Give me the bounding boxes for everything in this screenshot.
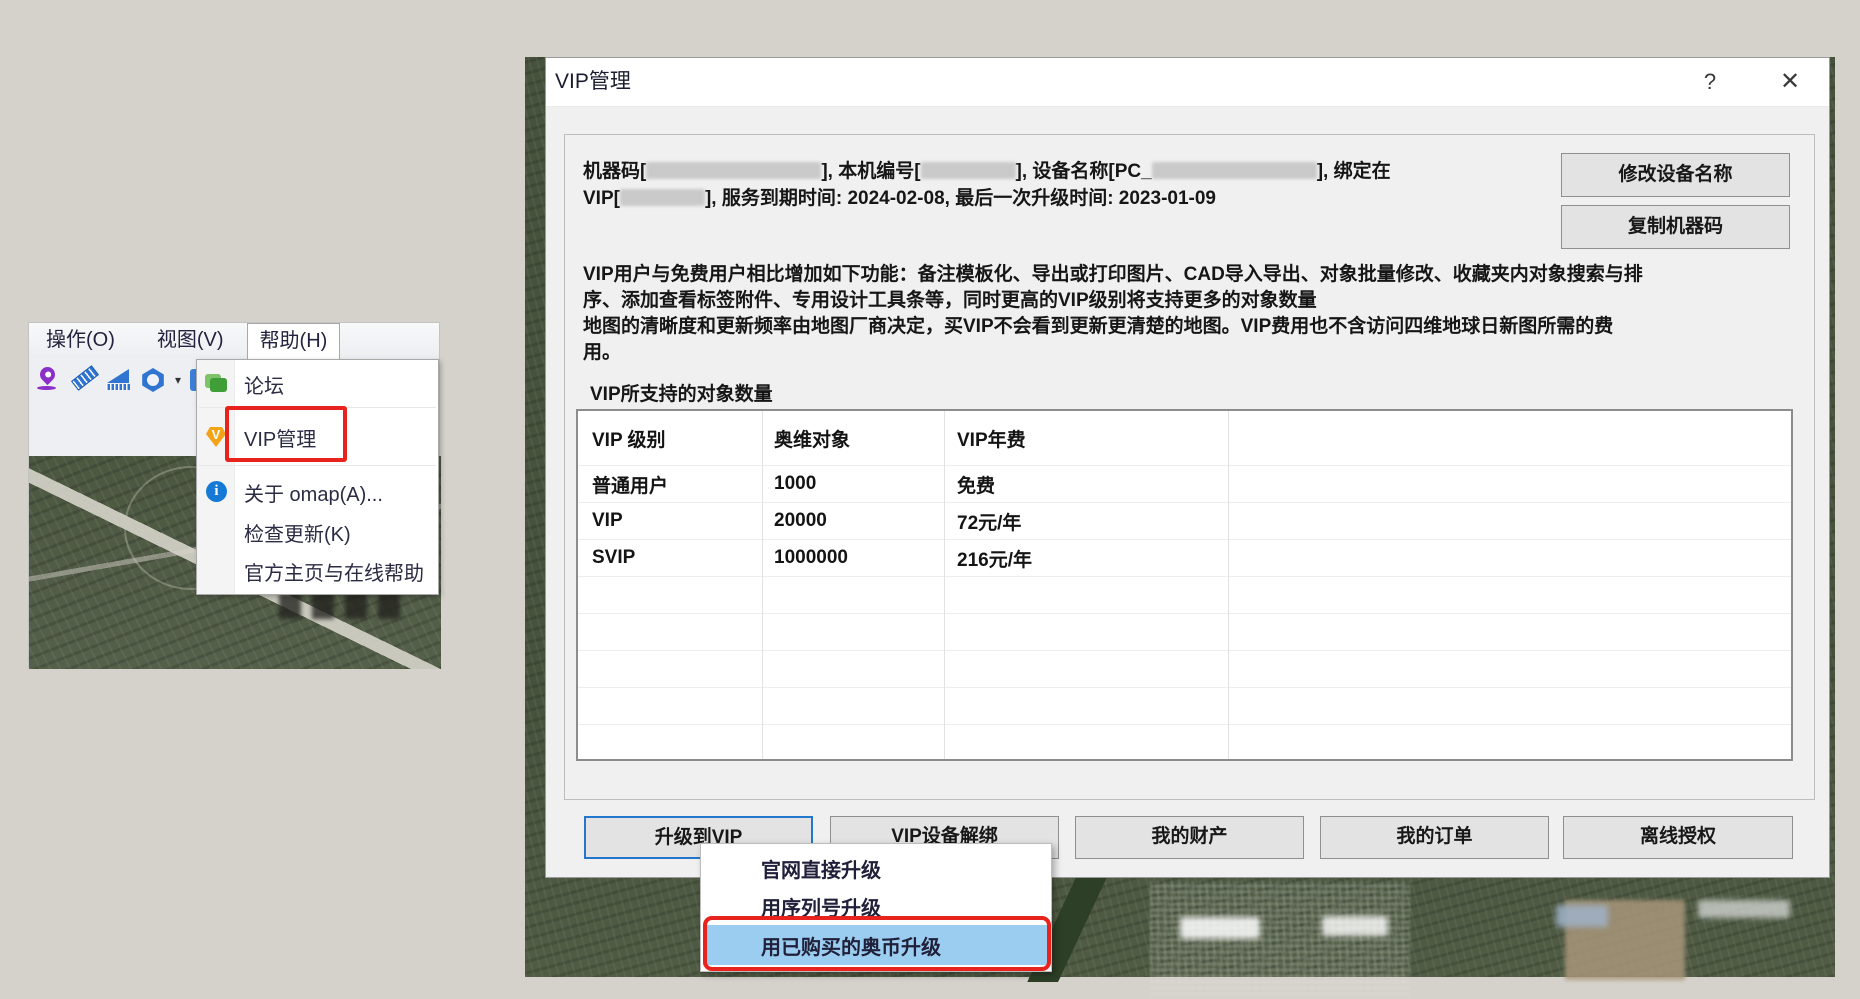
annotation-box-owcoin-upgrade (703, 916, 1051, 971)
omap-main-window: 操作(O) 视图(V) 帮助(H) ▾ 论坛 V VIP管理 (28, 322, 440, 668)
machine-info-text: 机器码[], 本机编号[], 设备名称[PC_], 绑定在 VIP[], 服务到… (583, 158, 1391, 212)
dropdown-arrow-icon[interactable]: ▾ (175, 373, 181, 387)
menu-item-about-omap[interactable]: i 关于 omap(A)... (197, 472, 438, 512)
menu-item-check-update[interactable]: 检查更新(K) (197, 514, 438, 550)
table-row-empty (578, 725, 1791, 761)
menu-separator (199, 465, 436, 466)
menu-bar: 操作(O) 视图(V) 帮助(H) (29, 323, 439, 359)
vip-management-dialog: VIP管理 ? ✕ 机器码[], 本机编号[], 设备名称[PC_], 绑定在 … (545, 57, 1830, 878)
menu-operation[interactable]: 操作(O) (34, 323, 127, 359)
my-orders-button[interactable]: 我的订单 (1320, 816, 1549, 859)
dialog-help-button[interactable]: ? (1692, 58, 1728, 106)
table-row-empty (578, 651, 1791, 688)
info-icon: i (204, 480, 228, 504)
my-assets-button[interactable]: 我的财产 (1075, 816, 1304, 859)
table-row: SVIP 1000000 216元/年 (578, 540, 1791, 577)
machine-info-line2: VIP[], 服务到期时间: 2024-02-08, 最后一次升级时间: 202… (583, 185, 1391, 212)
screenshot-canvas: 操作(O) 视图(V) 帮助(H) ▾ 论坛 V VIP管理 (0, 0, 1860, 999)
menu-item-forum[interactable]: 论坛 (197, 364, 438, 404)
blurred-map-label (1180, 917, 1260, 939)
table-caption: VIP所支持的对象数量 (590, 379, 773, 406)
table-row: 普通用户 1000 免费 (578, 466, 1791, 503)
hexagon-compass-icon[interactable] (140, 366, 166, 394)
table-row-empty (578, 688, 1791, 725)
dialog-titlebar: VIP管理 ? ✕ (546, 58, 1829, 107)
toolbar: ▾ (29, 359, 196, 401)
dialog-title: VIP管理 (555, 58, 631, 106)
menu-item-official-homepage-help[interactable]: 官方主页与在线帮助 (197, 552, 438, 590)
column-divider (944, 411, 945, 759)
blurred-map-label (1556, 905, 1608, 927)
ruler-icon[interactable] (70, 366, 96, 394)
header-ovital-objects: 奥维对象 (762, 425, 944, 452)
annotation-box-vip-management (225, 406, 347, 462)
header-vip-level: VIP 级别 (578, 425, 762, 452)
redacted-vip-account (620, 189, 705, 206)
column-divider (762, 411, 763, 759)
column-divider (1228, 411, 1229, 759)
header-vip-annual-fee: VIP年费 (944, 425, 1228, 452)
blurred-map-label (1698, 900, 1790, 918)
redacted-device-name (1152, 162, 1317, 179)
redacted-machine-code (646, 162, 821, 179)
menu-item-official-site-upgrade[interactable]: 官网直接升级 (703, 849, 1049, 887)
table-row: VIP 20000 72元/年 (578, 503, 1791, 540)
blurred-map-label (1322, 916, 1388, 936)
table-header-row: VIP 级别 奥维对象 VIP年费 (578, 411, 1791, 466)
menu-view[interactable]: 视图(V) (145, 323, 236, 359)
table-row-empty (578, 577, 1791, 614)
vip-features-text: VIP用户与免费用户相比增加如下功能：备注模板化、导出或打印图片、CAD导入导出… (583, 262, 1818, 366)
redacted-device-number (921, 162, 1016, 179)
forum-chat-icon (204, 372, 228, 396)
vip-levels-table: VIP 级别 奥维对象 VIP年费 普通用户 1000 免费 VIP 20000… (576, 409, 1793, 761)
area-measure-icon[interactable] (105, 366, 131, 394)
offline-authorization-button[interactable]: 离线授权 (1563, 816, 1793, 859)
table-row-empty (578, 614, 1791, 651)
machine-info-line1: 机器码[], 本机编号[], 设备名称[PC_], 绑定在 (583, 158, 1391, 185)
menu-help[interactable]: 帮助(H) (247, 323, 341, 359)
placemark-pin-icon[interactable] (35, 366, 61, 394)
help-dropdown-menu: 论坛 V VIP管理 i 关于 omap(A)... 检查更新(K) 官方主页与… (196, 359, 439, 595)
copy-machine-code-button[interactable]: 复制机器码 (1561, 205, 1790, 249)
modify-device-name-button[interactable]: 修改设备名称 (1561, 153, 1790, 197)
map-village-texture (1150, 881, 1410, 999)
close-icon[interactable]: ✕ (1768, 58, 1812, 106)
blurred-place-label (279, 593, 411, 619)
